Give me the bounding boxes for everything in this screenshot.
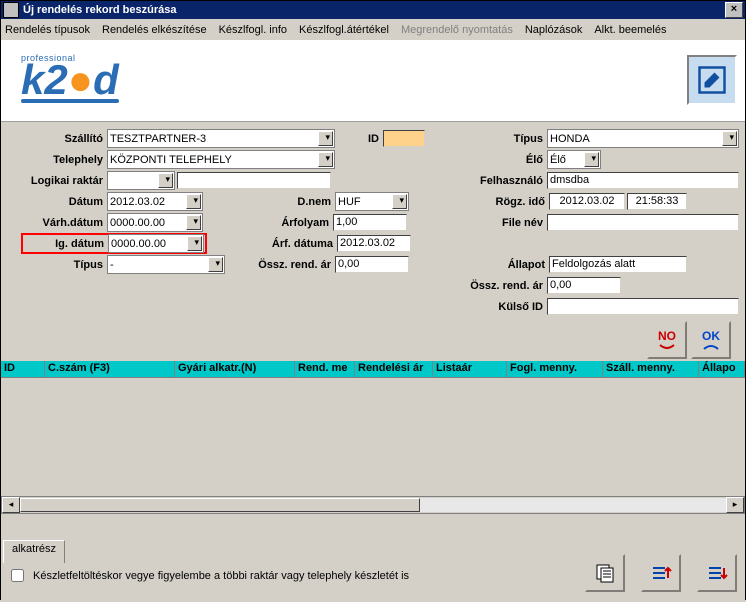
footer-panel: alkatrész Készletfeltöltéskor vegye figy…	[1, 540, 745, 602]
field-osszrend[interactable]: 0,00	[335, 256, 409, 273]
list-up-button[interactable]	[641, 554, 681, 592]
field-allapot: Feldolgozás alatt	[549, 256, 687, 273]
label-osszrend: Össz. rend. ár	[231, 259, 335, 271]
form-panel: Szállító TESZTPARTNER-3 ID Típus HONDA T…	[1, 122, 745, 361]
k2d-logo: professional k2●d	[21, 53, 119, 103]
field-logikai2[interactable]	[177, 172, 331, 189]
checkbox-keszlet[interactable]	[11, 569, 24, 582]
field-osszrend2[interactable]: 0,00	[547, 277, 621, 294]
field-elo[interactable]: Élő	[547, 150, 601, 169]
label-filenev: File név	[447, 217, 547, 229]
field-kulsoid[interactable]	[547, 298, 739, 315]
menu-keszlfogl-info[interactable]: Készlfogl. info	[219, 24, 287, 36]
col-foglmenny[interactable]: Fogl. menny.	[507, 361, 603, 378]
copy-icon	[594, 562, 616, 584]
field-szallito[interactable]: TESZTPARTNER-3	[107, 129, 335, 148]
field-dnem[interactable]: HUF	[335, 192, 409, 211]
ok-button[interactable]: OK	[691, 321, 731, 359]
menu-keszlfogl-atertekel[interactable]: Készlfogl.átértékel	[299, 24, 389, 36]
field-arfdatuma[interactable]: 2012.03.02	[337, 235, 411, 252]
label-kulsoid: Külső ID	[443, 301, 547, 313]
menubar: Rendelés típusok Rendelés elkészítése Ké…	[1, 19, 745, 41]
col-szallmenny[interactable]: Száll. menny.	[603, 361, 699, 378]
label-allapot: Állapot	[449, 259, 549, 271]
no-button[interactable]: NO	[647, 321, 687, 359]
grid-body	[1, 378, 745, 496]
menu-alkt-beemeles[interactable]: Alkt. beemelés	[594, 24, 666, 36]
col-allapot[interactable]: Állapo	[699, 361, 745, 378]
label-tipus: Típus	[483, 133, 547, 145]
checkbox-label: Készletfeltöltéskor vegye figyelembe a t…	[33, 570, 409, 582]
field-tipus[interactable]: HONDA	[547, 129, 739, 148]
label-arfdatuma: Árf. dátuma	[243, 238, 337, 250]
col-rendar[interactable]: Rendelési ár	[355, 361, 433, 378]
field-arfolyam[interactable]: 1,00	[333, 214, 407, 231]
label-dnem: D.nem	[271, 196, 335, 208]
scroll-left-icon[interactable]: ◂	[2, 497, 20, 513]
field-tipus2[interactable]: -	[107, 255, 225, 274]
copy-button[interactable]	[585, 554, 625, 592]
label-osszrend2: Össz. rend. ár	[443, 280, 547, 292]
menu-rendeles-elkeszitese[interactable]: Rendelés elkészítése	[102, 24, 207, 36]
field-felhasznalo[interactable]: dmsdba	[547, 172, 739, 189]
grid-header: ID C.szám (F3) Gyári alkatr.(N) Rend. me…	[1, 361, 745, 378]
edit-button[interactable]	[687, 55, 737, 105]
label-arfolyam: Árfolyam	[257, 217, 333, 229]
label-tipus2: Típus	[7, 259, 107, 271]
menu-megrendelo-nyomtatas: Megrendelő nyomtatás	[401, 24, 513, 36]
col-id[interactable]: ID	[1, 361, 45, 378]
tab-alkatresz[interactable]: alkatrész	[3, 540, 65, 563]
list-down-button[interactable]	[697, 554, 737, 592]
titlebar: Új rendelés rekord beszúrása ×	[1, 1, 745, 19]
field-id[interactable]	[383, 130, 425, 147]
label-igdatum: Ig. dátum	[24, 238, 108, 250]
list-up-icon	[650, 562, 672, 584]
ok-icon	[702, 343, 720, 351]
list-down-icon	[706, 562, 728, 584]
label-telephely: Telephely	[7, 154, 107, 166]
label-szallito: Szállító	[7, 133, 107, 145]
menu-rendeles-tipusok[interactable]: Rendelés típusok	[5, 24, 90, 36]
field-varh[interactable]: 0000.00.00	[107, 213, 203, 232]
field-rogzido-time[interactable]: 21:58:33	[627, 193, 687, 210]
label-rogzido: Rögz. idő	[449, 196, 549, 208]
field-datum[interactable]: 2012.03.02	[107, 192, 203, 211]
field-rogzido-date[interactable]: 2012.03.02	[549, 193, 625, 210]
label-varh: Várh.dátum	[7, 217, 107, 229]
col-rendme[interactable]: Rend. me	[295, 361, 355, 378]
col-cszam[interactable]: C.szám (F3)	[45, 361, 175, 378]
label-elo: Élő	[483, 154, 547, 166]
window-title: Új rendelés rekord beszúrása	[23, 4, 176, 16]
field-filenev[interactable]	[547, 214, 739, 231]
label-logikai: Logikai raktár	[7, 175, 107, 187]
label-datum: Dátum	[7, 196, 107, 208]
close-button[interactable]: ×	[725, 2, 743, 18]
logo-area: professional k2●d	[1, 41, 745, 122]
horizontal-scrollbar[interactable]: ◂ ▸	[1, 496, 745, 514]
col-gyari[interactable]: Gyári alkatr.(N)	[175, 361, 295, 378]
app-icon	[3, 2, 19, 18]
scroll-right-icon[interactable]: ▸	[726, 497, 744, 513]
label-felhasznalo: Felhasználó	[447, 175, 547, 187]
label-id: ID	[335, 133, 383, 145]
field-igdatum[interactable]: 0000.00.00	[108, 234, 204, 253]
col-listaar[interactable]: Listaár	[433, 361, 507, 378]
menu-naplozasok[interactable]: Naplózások	[525, 24, 582, 36]
field-logikai1[interactable]	[107, 171, 175, 190]
no-icon	[658, 343, 676, 351]
field-telephely[interactable]: KÖZPONTI TELEPHELY	[107, 150, 335, 169]
